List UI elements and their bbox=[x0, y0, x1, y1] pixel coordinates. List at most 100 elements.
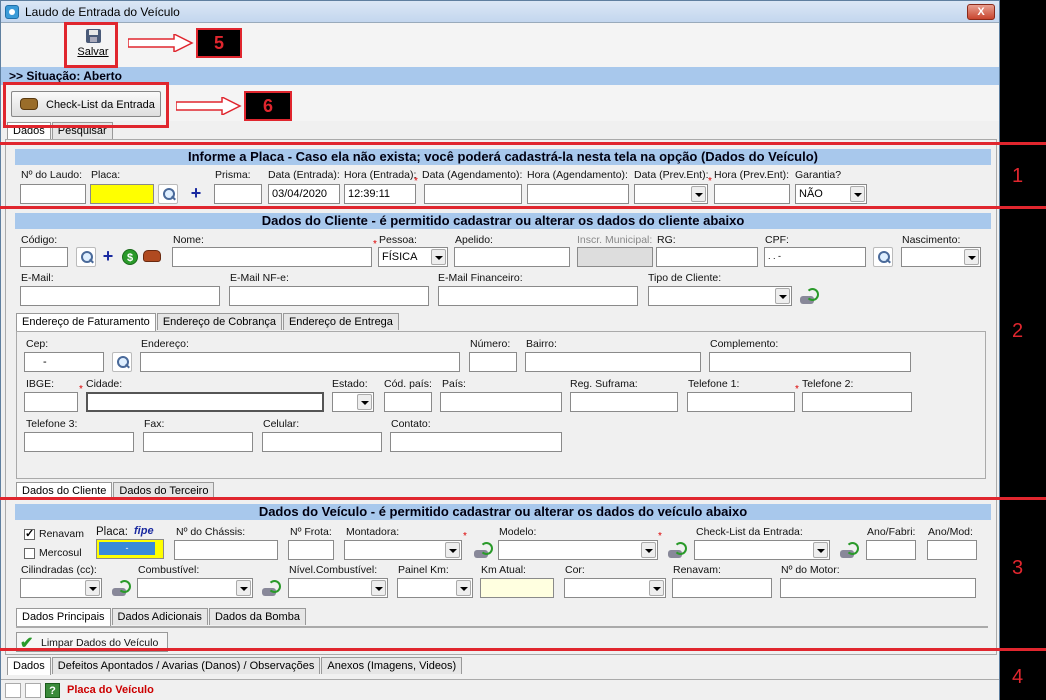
label-tel1: Telefone 1: bbox=[688, 378, 740, 390]
contato-input[interactable] bbox=[390, 432, 562, 452]
email-input[interactable] bbox=[20, 286, 220, 306]
codigo-input[interactable] bbox=[20, 247, 68, 267]
fax-input[interactable] bbox=[143, 432, 253, 452]
bairro-input[interactable] bbox=[525, 352, 701, 372]
celular-input[interactable] bbox=[262, 432, 382, 452]
nome-input[interactable] bbox=[172, 247, 372, 267]
frota-input[interactable] bbox=[288, 540, 334, 560]
tel3-input[interactable] bbox=[24, 432, 134, 452]
suframa-input[interactable] bbox=[570, 392, 678, 412]
laudo-input[interactable] bbox=[20, 184, 86, 204]
garantia-select[interactable]: NÃO bbox=[795, 184, 867, 204]
dollar-icon[interactable]: $ bbox=[122, 249, 142, 269]
tab-dados-principais[interactable]: Dados Principais bbox=[16, 608, 111, 626]
refresh-icon[interactable] bbox=[110, 578, 131, 598]
tab-defeitos[interactable]: Defeitos Apontados / Avarias (Danos) / O… bbox=[51, 657, 321, 674]
numero-input[interactable] bbox=[469, 352, 517, 372]
annotation-label-5: 5 bbox=[196, 28, 242, 58]
hora-agend-input[interactable] bbox=[527, 184, 629, 204]
ano-fab-input[interactable] bbox=[866, 540, 916, 560]
required-star: * bbox=[414, 176, 418, 187]
cod-pais-input[interactable] bbox=[384, 392, 432, 412]
renavam-input[interactable] bbox=[672, 578, 772, 598]
title-bar: Laudo de Entrada do Veículo X bbox=[1, 1, 999, 23]
pessoa-select[interactable]: FÍSICA bbox=[378, 247, 448, 267]
montadora-select[interactable] bbox=[344, 540, 462, 560]
add-icon[interactable]: + bbox=[186, 184, 206, 204]
nivel-select[interactable] bbox=[288, 578, 388, 598]
add-icon[interactable]: + bbox=[98, 247, 118, 267]
data-entrada-input[interactable]: 03/04/2020 bbox=[268, 184, 340, 204]
refresh-icon[interactable] bbox=[472, 540, 493, 560]
tipo-select[interactable] bbox=[648, 286, 792, 306]
situation-text: Situação: Aberto bbox=[26, 69, 122, 83]
estado-select[interactable] bbox=[332, 392, 374, 412]
hora-entrada-input[interactable]: 12:39:11 bbox=[344, 184, 416, 204]
search-icon[interactable] bbox=[873, 247, 893, 267]
modelo-select[interactable] bbox=[498, 540, 658, 560]
renavam-checkbox[interactable] bbox=[24, 527, 35, 540]
search-icon[interactable] bbox=[158, 184, 178, 204]
refresh-icon[interactable] bbox=[798, 286, 819, 306]
tab-endereco-entrega[interactable]: Endereço de Entrega bbox=[282, 313, 399, 330]
label-renavam: Renavam: bbox=[673, 564, 721, 576]
data-agend-input[interactable] bbox=[424, 184, 522, 204]
label-painel: Painel Km: bbox=[398, 564, 449, 576]
help-icon[interactable]: ? bbox=[45, 683, 60, 698]
label-email: E-Mail: bbox=[21, 272, 54, 284]
search-icon[interactable] bbox=[112, 352, 132, 372]
ibge-input[interactable] bbox=[24, 392, 78, 412]
tel2-input[interactable] bbox=[802, 392, 912, 412]
rg-input[interactable] bbox=[656, 247, 758, 267]
cliente-section-header: Dados do Cliente - é permitido cadastrar… bbox=[15, 213, 991, 229]
cpf-input[interactable]: . . - bbox=[764, 247, 866, 267]
apelido-input[interactable] bbox=[454, 247, 570, 267]
app-icon bbox=[5, 5, 19, 19]
fipe-link[interactable]: fipe bbox=[134, 525, 154, 537]
refresh-icon[interactable] bbox=[666, 540, 687, 560]
km-atual-input[interactable] bbox=[480, 578, 554, 598]
cor-select[interactable] bbox=[564, 578, 666, 598]
prisma-input[interactable] bbox=[214, 184, 262, 204]
placa-input[interactable] bbox=[90, 184, 154, 204]
label-combustivel: Combustível: bbox=[138, 564, 200, 576]
checklist-select[interactable] bbox=[694, 540, 830, 560]
endereco-input[interactable] bbox=[140, 352, 460, 372]
label-ano-mod: Ano/Mod: bbox=[928, 526, 973, 538]
refresh-icon[interactable] bbox=[260, 578, 281, 598]
data-prev-select[interactable] bbox=[634, 184, 708, 204]
veiculo-placa-input[interactable]: - bbox=[96, 539, 164, 559]
tab-endereco-cobranca[interactable]: Endereço de Cobrança bbox=[156, 313, 282, 330]
tab-anexos[interactable]: Anexos (Imagens, Videos) bbox=[321, 657, 463, 674]
ano-mod-input[interactable] bbox=[927, 540, 977, 560]
combustivel-select[interactable] bbox=[137, 578, 253, 598]
painel-select[interactable] bbox=[397, 578, 473, 598]
mercosul-checkbox[interactable] bbox=[24, 548, 35, 559]
chevron-down-icon bbox=[456, 580, 471, 596]
tel1-input[interactable] bbox=[687, 392, 795, 412]
tab-endereco-faturamento[interactable]: Endereço de Faturamento bbox=[16, 313, 156, 331]
car-icon[interactable] bbox=[143, 250, 163, 270]
search-icon[interactable] bbox=[76, 247, 96, 267]
close-button[interactable]: X bbox=[967, 4, 995, 20]
label-numero: Número: bbox=[470, 338, 511, 350]
complemento-input[interactable] bbox=[709, 352, 911, 372]
email-nfe-input[interactable] bbox=[229, 286, 429, 306]
nascimento-select[interactable] bbox=[901, 247, 981, 267]
cilindradas-select[interactable] bbox=[20, 578, 102, 598]
cidade-input[interactable] bbox=[86, 392, 324, 412]
chassis-input[interactable] bbox=[174, 540, 278, 560]
tab-bottom-dados[interactable]: Dados bbox=[7, 657, 51, 675]
cep-input[interactable]: - bbox=[24, 352, 104, 372]
tab-dados-adicionais[interactable]: Dados Adicionais bbox=[111, 608, 208, 625]
tab-dados-bomba[interactable]: Dados da Bomba bbox=[208, 608, 306, 625]
email-fin-input[interactable] bbox=[438, 286, 638, 306]
status-cell bbox=[5, 683, 21, 698]
hora-prev-input[interactable] bbox=[714, 184, 790, 204]
label-cor: Cor: bbox=[565, 564, 585, 576]
annotation-label-6: 6 bbox=[244, 91, 292, 121]
label-cod-pais: Cód. país: bbox=[384, 378, 432, 390]
refresh-icon[interactable] bbox=[838, 540, 859, 560]
motor-input[interactable] bbox=[780, 578, 976, 598]
pais-input[interactable] bbox=[440, 392, 562, 412]
